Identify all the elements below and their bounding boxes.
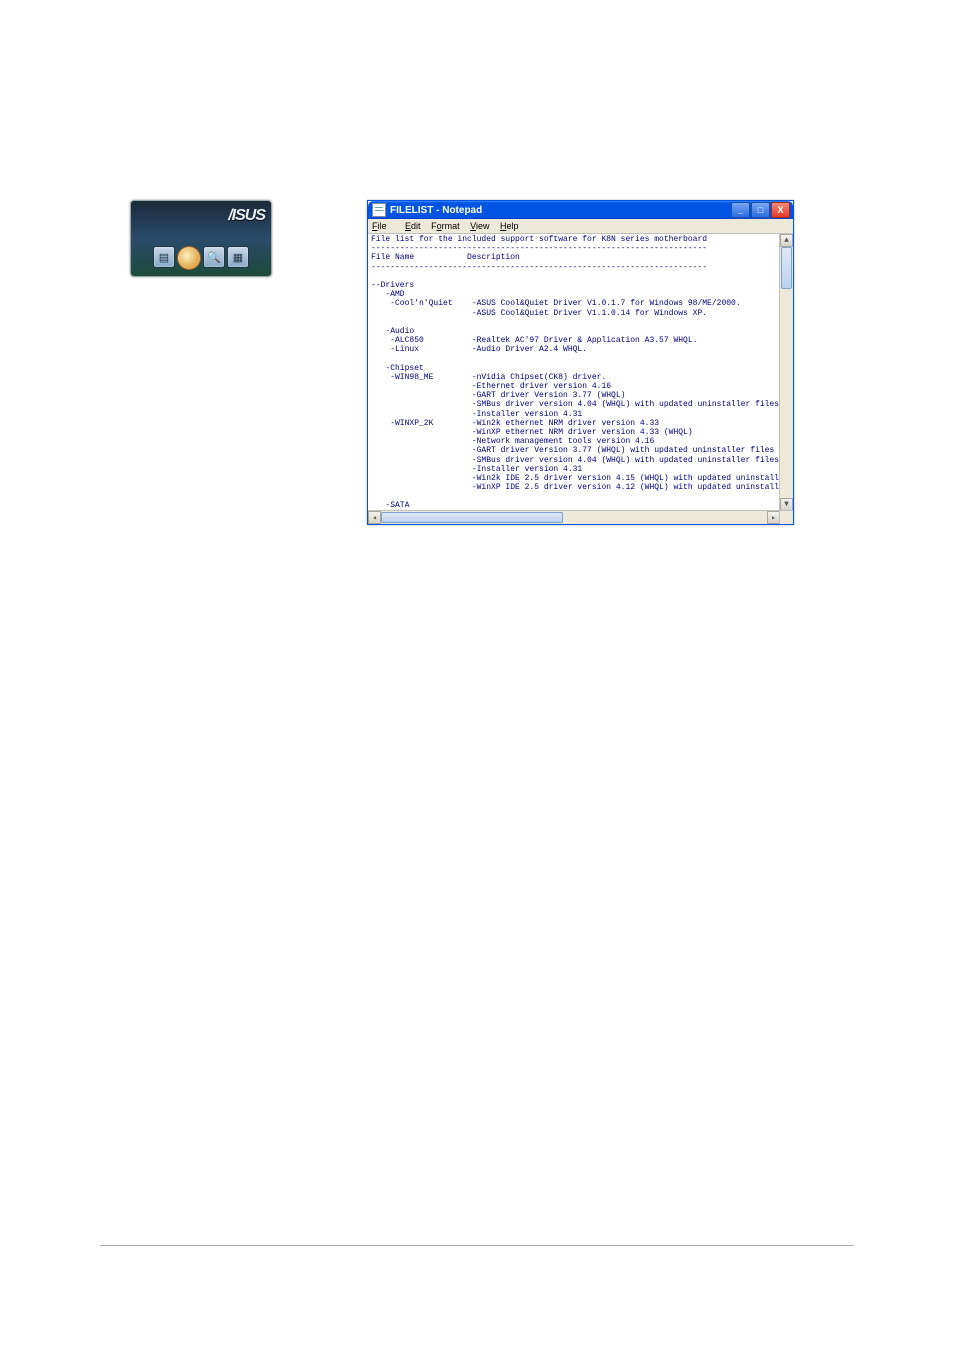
disc-icon[interactable] [177, 246, 201, 270]
scroll-corner [779, 510, 793, 524]
magnifier-icon[interactable]: 🔍 [203, 246, 225, 268]
menu-file[interactable]: File [372, 221, 395, 231]
scroll-up-icon[interactable]: ▲ [780, 234, 793, 247]
minimize-button[interactable]: _ [731, 202, 750, 218]
window-buttons: _ □ X [731, 202, 793, 218]
menu-edit[interactable]: Edit [405, 221, 421, 231]
menu-help[interactable]: Help [500, 221, 519, 231]
close-button[interactable]: X [771, 202, 790, 218]
asus-badge: /ISUS ▤ 🔍 ▦ [130, 200, 272, 277]
maximize-button[interactable]: □ [751, 202, 770, 218]
page-icon[interactable]: ▦ [227, 246, 249, 268]
asus-logo: /ISUS [228, 207, 265, 225]
titlebar[interactable]: FILELIST - Notepad _ □ X [368, 201, 793, 219]
horizontal-scrollbar[interactable]: ◂ ▸ [368, 510, 780, 524]
footer-divider [100, 1245, 854, 1246]
badge-icon-row: ▤ 🔍 ▦ [153, 246, 249, 270]
floppy-icon[interactable]: ▤ [153, 246, 175, 268]
notepad-app-icon [372, 203, 386, 217]
hscroll-thumb[interactable] [381, 512, 563, 523]
notepad-text[interactable]: File list for the included support softw… [371, 235, 779, 510]
menu-view[interactable]: View [470, 221, 489, 231]
vscroll-track[interactable] [780, 247, 793, 498]
menu-bar: File Edit Format View Help [368, 219, 793, 234]
notepad-body: File list for the included support softw… [368, 234, 793, 524]
window-title: FILELIST - Notepad [390, 205, 482, 216]
vertical-scrollbar[interactable]: ▲ ▼ [779, 234, 793, 511]
hscroll-track[interactable] [381, 511, 767, 524]
notepad-window: FILELIST - Notepad _ □ X File Edit Forma… [367, 200, 794, 525]
vscroll-thumb[interactable] [781, 247, 792, 289]
menu-format[interactable]: Format [431, 221, 460, 231]
scroll-left-icon[interactable]: ◂ [368, 511, 381, 524]
